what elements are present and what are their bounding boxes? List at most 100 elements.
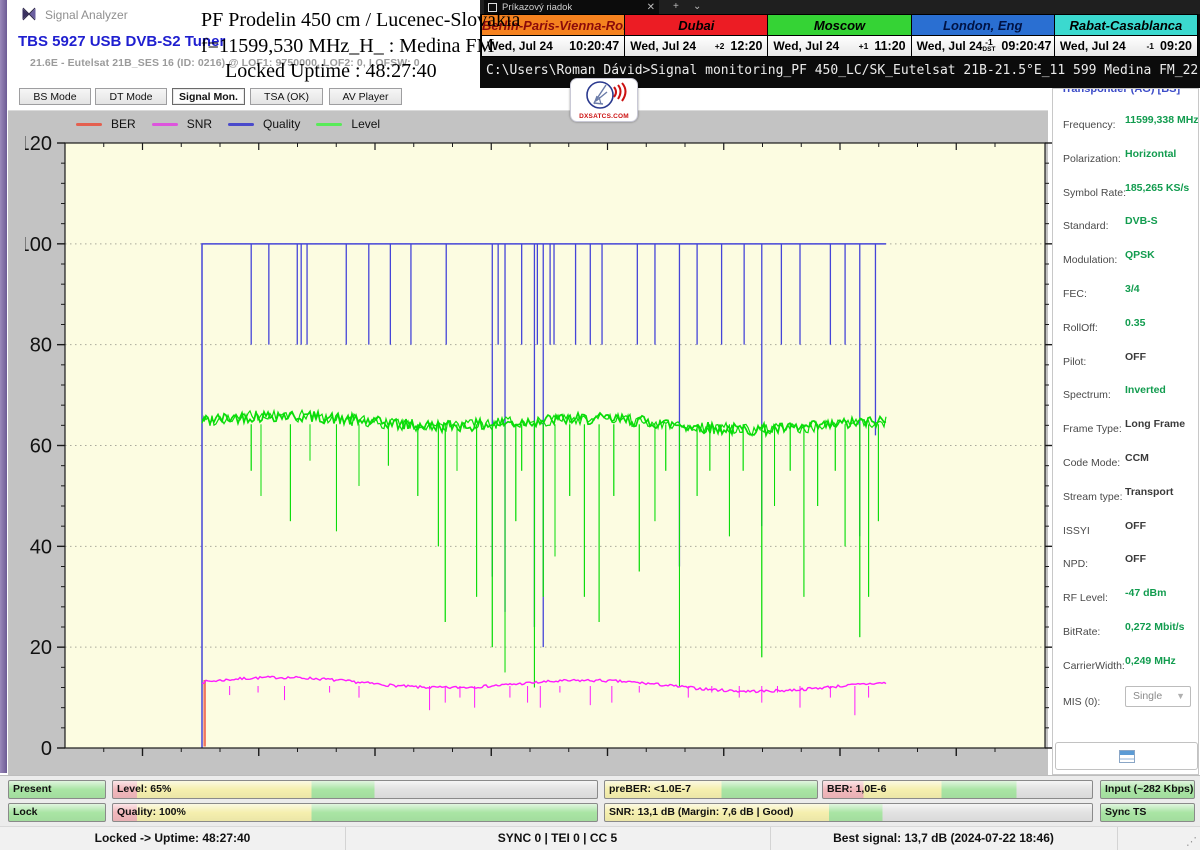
transponder-label: Stream type: xyxy=(1063,491,1123,503)
y-axis-label: 100 xyxy=(25,234,52,256)
y-axis-label: 120 xyxy=(25,133,52,155)
bar-preber: preBER: <1.0E-7 xyxy=(604,780,818,799)
list-icon xyxy=(1119,750,1135,763)
tab-bs-mode[interactable]: BS Mode xyxy=(19,88,91,105)
terminal-tab-close-icon[interactable]: ✕ xyxy=(647,2,655,13)
status-uptime: Locked -> Uptime: 48:27:40 xyxy=(0,827,346,850)
transponder-row-rf-level: RF Level:-47 dBm xyxy=(1063,588,1193,602)
transponder-row-fec: FEC:3/4 xyxy=(1063,284,1193,298)
transponder-label: BitRate: xyxy=(1063,626,1100,638)
terminal-prompt-text: C:\Users\Roman Dávid>Signal monitoring_P… xyxy=(486,63,1200,78)
status-sync-counters: SYNC 0 | TEI 0 | CC 5 xyxy=(345,827,771,850)
clock-time: 09:20 xyxy=(1160,39,1192,53)
signal-analyzer-app: Signal Analyzer TBS 5927 USB DVB-S2 Tune… xyxy=(0,0,1200,850)
bar-sheen xyxy=(113,781,597,798)
bar-label: Input (~282 Kbps) xyxy=(1105,781,1193,798)
clock-city-name: London, Eng xyxy=(912,15,1054,36)
transponder-value: -47 dBm xyxy=(1125,587,1166,599)
overlay-dish-location: PF Prodelin 450 cm / Lucenec-Slovakia xyxy=(201,9,520,32)
clock-time: 10:20:47 xyxy=(569,39,619,53)
transponder-label: Polarization: xyxy=(1063,153,1121,165)
satellite-dish-icon xyxy=(572,79,636,111)
transponder-row-standard: Standard:DVB-S xyxy=(1063,216,1193,230)
transponder-value: OFF xyxy=(1125,351,1146,363)
transponder-label: RollOff: xyxy=(1063,322,1098,334)
transponder-value: QPSK xyxy=(1125,249,1155,261)
clock-city-name: Rabat-Casablanca xyxy=(1055,15,1197,36)
mis-label: MIS (0): xyxy=(1063,696,1100,708)
transponder-row-issyi: ISSYIOFF xyxy=(1063,521,1193,535)
bar-label: preBER: <1.0E-7 xyxy=(609,781,691,798)
terminal-tab-bar: Príkazový riadok ✕ + ⌄ xyxy=(480,0,1200,14)
transponder-value: Inverted xyxy=(1125,384,1166,396)
tab-av-player[interactable]: AV Player xyxy=(329,88,402,105)
transponder-label: Frequency: xyxy=(1063,119,1116,131)
clock-rabat-casablanca: Rabat-CasablancaWed, Jul 24-109:20 xyxy=(1054,15,1197,56)
legend-swatch-ber xyxy=(76,123,102,126)
mis-row: MIS (0): Single ▼ xyxy=(1063,692,1100,710)
status-bar: Locked -> Uptime: 48:27:40 SYNC 0 | TEI … xyxy=(0,826,1200,850)
mis-select[interactable]: Single ▼ xyxy=(1125,686,1191,707)
clock-date: Wed, Jul 24 xyxy=(773,39,839,53)
transponder-row-symbol-rate: Symbol Rate:185,265 KS/s xyxy=(1063,183,1193,197)
signal-status-bars: PresentLevel: 65%preBER: <1.0E-7BER: 1,0… xyxy=(0,775,1200,827)
transponder-label: Spectrum: xyxy=(1063,389,1111,401)
bar-label: Lock xyxy=(13,804,38,821)
legend-swatch-quality xyxy=(228,123,254,126)
bar-level: Level: 65% xyxy=(112,780,598,799)
transponder-label: NPD: xyxy=(1063,558,1088,570)
dxsatcs-logo: DXSATCS.COM xyxy=(570,78,638,122)
transponder-label: ISSYI xyxy=(1063,525,1090,537)
legend-swatch-level xyxy=(316,123,342,126)
status-best-signal: Best signal: 13,7 dB (2024-07-22 18:46) xyxy=(770,827,1118,850)
y-axis-label: 0 xyxy=(41,738,52,760)
signal-chart-panel: BERSNRQualityLevel 020406080100120 xyxy=(8,110,1048,776)
tab-signal-mon[interactable]: Signal Mon. xyxy=(172,88,245,105)
transponder-value: DVB-S xyxy=(1125,215,1158,227)
overlay-frequency-service: f=11599,530 MHz_H_ : Medina FM xyxy=(201,35,494,58)
bar-snr: SNR: 13,1 dB (Margin: 7,6 dB | Good) xyxy=(604,803,1093,822)
mode-tabs-row: BS ModeDT Mode Signal Mon. TSA (OK) AV Play… xyxy=(7,86,480,108)
bar-sync-ts: Sync TS xyxy=(1100,803,1195,822)
clock-utc-offset: +1 xyxy=(859,43,869,50)
terminal-window: Príkazový riadok ✕ + ⌄ Berlin-Paris-Vien… xyxy=(480,0,1200,88)
transponder-label: Pilot: xyxy=(1063,356,1086,368)
world-clocks-panel: Berlin-Paris-Vienna-RomaWed, Jul 2410:20… xyxy=(481,14,1198,57)
terminal-new-tab-button[interactable]: + xyxy=(673,0,679,14)
transponder-row-spectrum: Spectrum: Inverted xyxy=(1063,385,1193,399)
y-axis-label: 40 xyxy=(30,536,52,558)
transponder-value: 11599,338 MHz xyxy=(1125,114,1199,126)
clock-date: Wed, Jul 24 xyxy=(630,39,696,53)
tab-dt-mode[interactable]: DT Mode xyxy=(95,88,167,105)
y-axis-label: 60 xyxy=(30,436,52,458)
transponder-label: Frame Type: xyxy=(1063,423,1122,435)
clock-datetime: Wed, Jul 24+212:20 xyxy=(625,36,767,56)
bar-label: BER: 1,0E-6 xyxy=(827,781,887,798)
transponder-row-frequency: Frequency:11599,338 MHz xyxy=(1063,115,1193,129)
transponder-row-modulation: Modulation:QPSK xyxy=(1063,250,1193,264)
transponder-value: Long Frame xyxy=(1125,418,1185,430)
clock-london-eng: London, EngWed, Jul 24-1DST09:20:47 xyxy=(911,15,1054,56)
tab-tsa-ok[interactable]: TSA (OK) xyxy=(250,88,323,105)
terminal-tab-dropdown-icon[interactable]: ⌄ xyxy=(693,0,701,14)
y-axis-label: 80 xyxy=(30,335,52,357)
panel-action-button[interactable] xyxy=(1055,742,1198,770)
clock-city-name: Dubai xyxy=(625,15,767,36)
window-title: Signal Analyzer xyxy=(45,8,128,22)
resize-grip[interactable]: ⋰ xyxy=(1186,835,1196,848)
transponder-value: Horizontal xyxy=(1125,148,1176,160)
transponder-row-code-mode: Code Mode:CCM xyxy=(1063,453,1193,467)
transponder-label: CarrierWidth: xyxy=(1063,660,1125,672)
bar-label: Sync TS xyxy=(1105,804,1146,821)
clock-time: 12:20 xyxy=(730,39,762,53)
clock-city-name: Moscow xyxy=(768,15,910,36)
transponder-info-panel: Transponder (AG) [BS] Frequency:11599,33… xyxy=(1052,88,1199,775)
clock-moscow: MoscowWed, Jul 24+111:20 xyxy=(767,15,910,56)
transponder-row-carrierwidth: CarrierWidth:0,249 MHz xyxy=(1063,656,1193,670)
transponder-value: 185,265 KS/s xyxy=(1125,182,1189,194)
transponder-row-frame-type: Frame Type:Long Frame xyxy=(1063,419,1193,433)
tuner-name: TBS 5927 USB DVB-S2 Tuner xyxy=(18,33,225,50)
clock-datetime: Wed, Jul 24-109:20 xyxy=(1055,36,1197,56)
app-logo-icon xyxy=(21,6,37,22)
transponder-panel-title: Transponder (AG) [BS] xyxy=(1061,88,1180,95)
